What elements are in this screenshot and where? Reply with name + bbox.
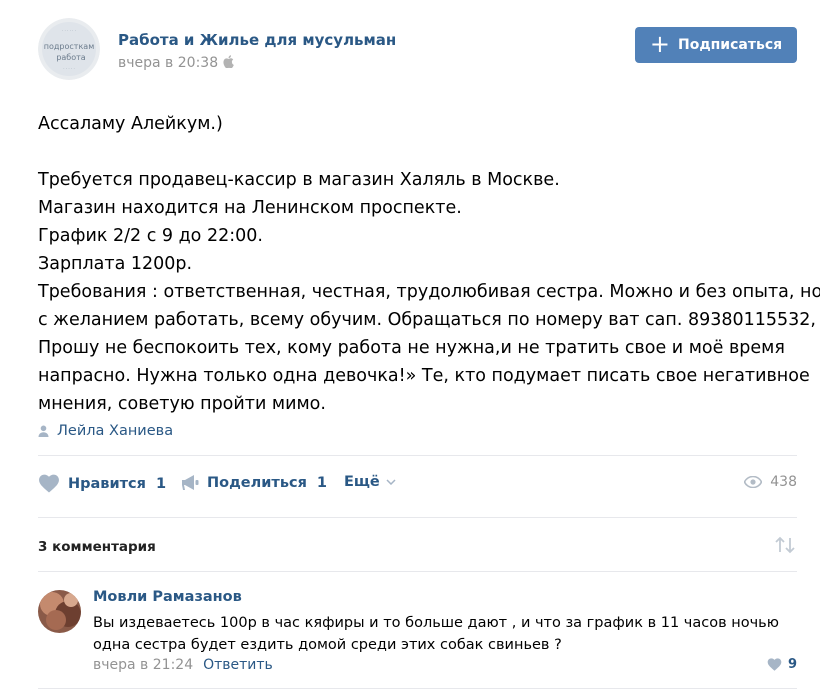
post-line: напрасно. Нужна только одна девочка!» Те… <box>38 366 810 386</box>
group-name-link[interactable]: Работа и Жилье для мусульман <box>118 31 396 49</box>
subscribe-button[interactable]: + Подписаться <box>635 27 797 63</box>
post-timestamp[interactable]: вчера в 20:38 <box>118 55 234 71</box>
user-icon <box>38 425 49 437</box>
views-count: 438 <box>770 474 797 490</box>
post-line: Прошу не беспокоить тех, кому работа не … <box>38 338 785 358</box>
comment-line: одна сестра будет ездить домой среди эти… <box>93 637 562 653</box>
post-line: Требования : ответственная, честная, тру… <box>38 282 820 302</box>
megaphone-icon <box>182 475 199 490</box>
comment-author-link[interactable]: Мовли Рамазанов <box>93 589 242 605</box>
chevron-down-icon <box>386 479 396 485</box>
divider <box>38 455 797 456</box>
post-signer[interactable]: Лейла Ханиева <box>38 423 173 439</box>
comment-time[interactable]: вчера в 21:24 <box>93 657 193 673</box>
post-greeting: Ассаламу Алейкум.) <box>38 114 223 134</box>
post-line: мнения, советую пройти мимо. <box>38 394 326 414</box>
divider <box>38 571 797 572</box>
svg-text:· · · · ·: · · · · · <box>63 66 74 71</box>
post-line: Зарплата 1200р. <box>38 254 193 274</box>
svg-text:· · · · · ·: · · · · · · <box>62 28 76 33</box>
comment-text: Вы издеваетесь 100р в час кяфиры и то бо… <box>93 612 793 656</box>
share-button[interactable]: Поделиться 1 <box>181 474 327 491</box>
views-counter: 438 <box>744 474 797 490</box>
signer-name[interactable]: Лейла Ханиева <box>57 423 173 439</box>
eye-icon <box>744 476 763 488</box>
post-line: с желанием работать, всему обучим. Обращ… <box>38 310 816 330</box>
heart-icon <box>767 658 782 671</box>
post-line: График 2/2 с 9 до 22:00. <box>38 226 263 246</box>
heart-icon <box>39 474 59 493</box>
divider <box>38 517 797 518</box>
more-dropdown[interactable]: Ещё <box>344 474 396 490</box>
group-avatar[interactable]: · · · · · · подросткам работа · · · · · <box>38 18 100 80</box>
post-actions: Нравится 1 Поделиться 1 Ещё 438 <box>38 474 797 498</box>
reply-link[interactable]: Ответить <box>203 657 273 673</box>
post-line: Требуется продавец-кассир в магазин Халя… <box>38 170 560 190</box>
post-time-text[interactable]: вчера в 20:38 <box>118 55 218 71</box>
subscribe-label: Подписаться <box>677 37 783 53</box>
divider <box>38 688 797 689</box>
like-button[interactable]: Нравится 1 <box>38 474 166 493</box>
post-line: Магазин находится на Ленинском проспекте… <box>38 198 462 218</box>
like-label: Нравится <box>68 475 146 492</box>
comment-line: Вы издеваетесь 100р в час кяфиры и то бо… <box>93 615 779 631</box>
post-text: Ассаламу Алейкум.) Требуется продавец-ка… <box>38 110 820 418</box>
comments-count: 3 комментария <box>38 539 156 555</box>
more-label: Ещё <box>344 474 380 490</box>
svg-text:работа: работа <box>56 53 85 62</box>
wall-post: · · · · · · подросткам работа · · · · · … <box>0 0 820 695</box>
comment-like-button[interactable]: 9 <box>767 657 797 672</box>
like-count: 1 <box>155 475 167 492</box>
comment-like-count: 9 <box>787 657 797 672</box>
svg-text:подросткам: подросткам <box>44 42 94 51</box>
comment-avatar-image <box>38 590 81 633</box>
share-label: Поделиться <box>207 474 307 491</box>
comment-meta: вчера в 21:24 Ответить <box>93 657 273 673</box>
apple-icon <box>223 55 234 68</box>
plus-icon: + <box>649 30 670 58</box>
group-avatar-image: · · · · · · подросткам работа · · · · · <box>38 18 100 80</box>
comment-avatar[interactable] <box>38 590 81 633</box>
share-count: 1 <box>316 474 327 491</box>
sort-icon[interactable] <box>774 535 796 555</box>
